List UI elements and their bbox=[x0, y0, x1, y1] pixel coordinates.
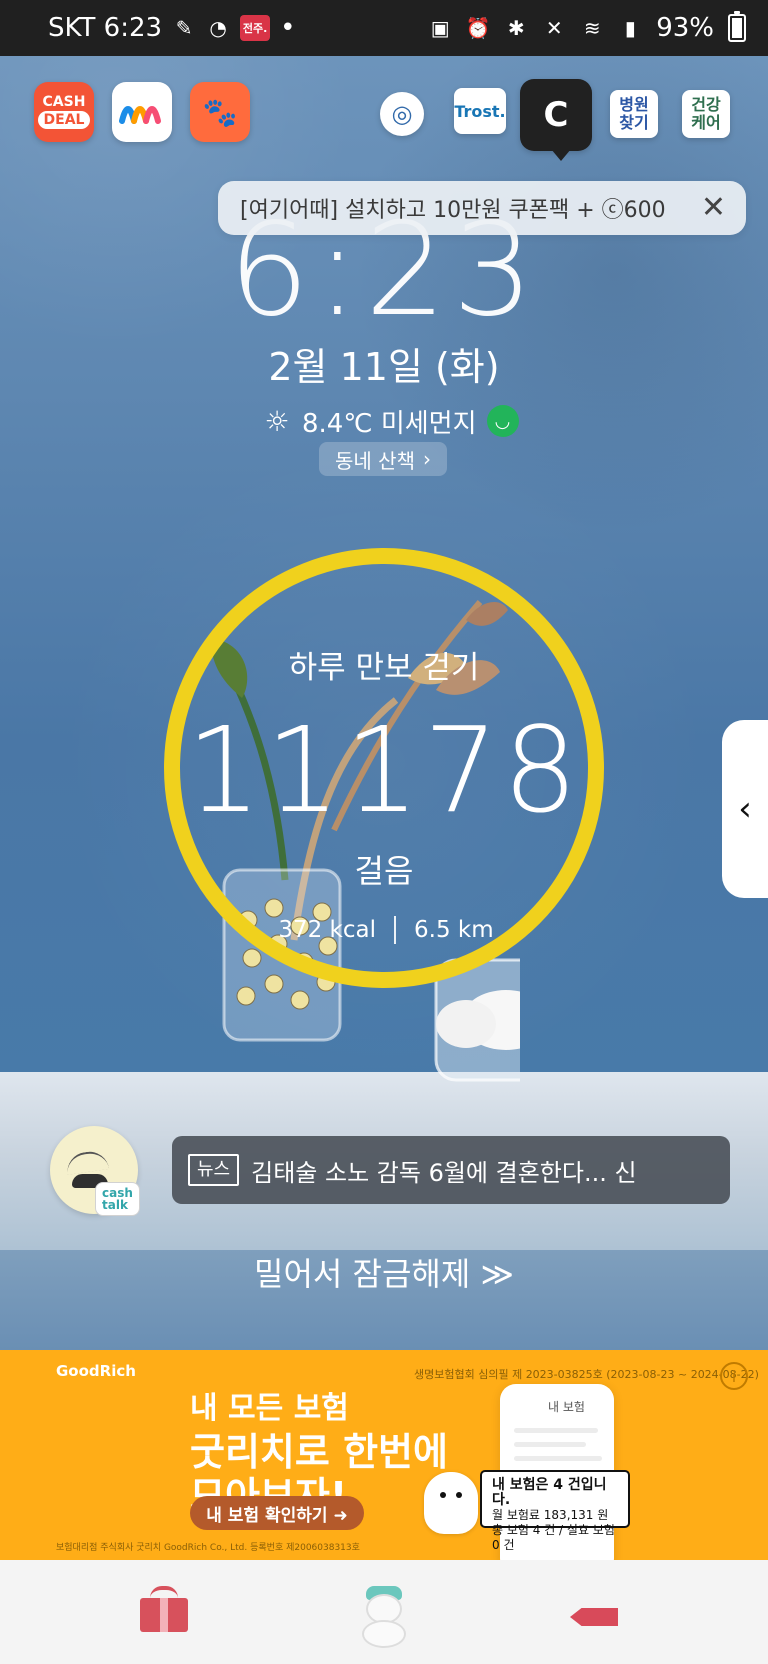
status-bar: SKT 6:23 ✎ ◔ 전주. • ▣ ⏰ ✱ ✕ ≋ ▮ 93% bbox=[0, 0, 768, 56]
chevron-left-icon: ‹ bbox=[738, 789, 752, 829]
neighborhood-walk-label: 동네 산책 bbox=[335, 448, 415, 473]
brain-icon: ◎ bbox=[391, 100, 413, 128]
metric-divider bbox=[394, 916, 397, 944]
lock-screen: SKT 6:23 ✎ ◔ 전주. • ▣ ⏰ ✱ ✕ ≋ ▮ 93% CASH … bbox=[0, 0, 768, 1664]
hospital-label: 병원 찾기 bbox=[619, 96, 648, 132]
cashwalk-c-label: C bbox=[543, 95, 569, 135]
snowman-body-icon bbox=[362, 1620, 406, 1648]
weather-text: 8.4℃ 미세먼지 bbox=[302, 408, 477, 439]
news-tag: 뉴스 bbox=[188, 1154, 240, 1186]
chevron-right-icon: › bbox=[422, 447, 431, 471]
battery-percent: 93% bbox=[656, 13, 714, 43]
ad-phone-title: 내 보험 bbox=[548, 1400, 585, 1414]
side-panel-handle[interactable]: ‹ bbox=[722, 720, 768, 898]
ad-bubble-main: 내 보험은 4 건입니다. bbox=[492, 1477, 607, 1508]
brain-app-icon[interactable]: ◎ bbox=[380, 92, 424, 136]
notification-icon: ✎ bbox=[175, 16, 193, 40]
mute-icon: ✕ bbox=[545, 16, 563, 40]
status-carrier-time: SKT 6:23 bbox=[48, 13, 163, 43]
step-count: 11178 bbox=[186, 701, 582, 839]
promo-notification-text: [여기어때] 설치하고 10만원 쿠폰팩 + ⓒ600 bbox=[240, 198, 666, 223]
promo-notification[interactable]: [여기어때] 설치하고 10만원 쿠폰팩 + ⓒ600 ✕ bbox=[218, 181, 746, 235]
calories-text: 372 kcal bbox=[278, 917, 377, 943]
news-headline: 김태술 소노 감독 6월에 결혼한다... 신 bbox=[251, 1158, 637, 1187]
news-ticker[interactable]: 뉴스 김태술 소노 감독 6월에 결혼한다... 신 bbox=[172, 1136, 730, 1204]
close-icon[interactable]: ✕ bbox=[701, 193, 726, 223]
step-metrics: 372 kcal 6.5 km bbox=[266, 914, 506, 946]
ad-phone-line bbox=[514, 1428, 598, 1433]
cashdeal-icon-text: CASH DEAL bbox=[37, 94, 91, 129]
alarm-icon: ⏰ bbox=[465, 16, 491, 40]
sun-icon: ☼ bbox=[264, 404, 290, 438]
quick-app-row: CASH DEAL 🐾 ◎ Trost. C 병원 찾기 건강 케어 bbox=[34, 79, 736, 162]
hospital-app-icon[interactable]: 병원 찾기 bbox=[610, 90, 658, 138]
info-icon[interactable]: i bbox=[720, 1362, 748, 1390]
ad-footer: 보험대리점 주식회사 굿리치 GoodRich Co., Ltd. 등록번호 제… bbox=[56, 1543, 360, 1553]
colorful-app-icon[interactable] bbox=[112, 82, 172, 142]
insurance-ad-banner[interactable]: GoodRich 생명보험협회 심의필 제 2023-03825호 (2023-… bbox=[0, 1350, 768, 1560]
ad-bubble-sub-1: 월 보험료 183,131 원 bbox=[492, 1508, 609, 1522]
trost-app-icon[interactable]: Trost. bbox=[454, 88, 506, 134]
step-title: 하루 만보 걷기 bbox=[288, 650, 480, 686]
snowman-icon[interactable] bbox=[356, 1586, 412, 1650]
health-app-icon[interactable]: 건강 케어 bbox=[682, 90, 730, 138]
notification-badge-icon: 전주. bbox=[240, 15, 271, 41]
signal-icon: ▮ bbox=[624, 16, 636, 40]
ad-headline-line-2: 굿리치로 한번에 bbox=[190, 1430, 448, 1474]
clipboard-icon: ▣ bbox=[430, 16, 450, 40]
cashwalk-app-icon[interactable]: C bbox=[520, 79, 592, 161]
hospital-label-line-2: 찾기 bbox=[619, 113, 649, 132]
ad-speech-bubble: 내 보험은 4 건입니다. 월 보험료 183,131 원 총 보험 4 건 /… bbox=[480, 1470, 630, 1552]
weather-info: ☼ 8.4℃ 미세먼지 ◡ bbox=[262, 402, 519, 440]
ad-headline-line-1: 내 모든 보험 bbox=[190, 1391, 349, 1426]
ad-check-button[interactable]: 내 보험 확인하기 ➜ bbox=[190, 1496, 364, 1530]
status-right: ▣ ⏰ ✱ ✕ ≋ ▮ 93% bbox=[428, 11, 746, 43]
cashtalk-label: cash talk bbox=[95, 1182, 140, 1216]
health-label-line-1: 건강 bbox=[691, 95, 721, 114]
health-label: 건강 케어 bbox=[691, 96, 720, 132]
smile-icon: ◡ bbox=[486, 405, 519, 437]
health-label-line-2: 케어 bbox=[691, 113, 721, 132]
cashdeal-app-icon[interactable]: CASH DEAL bbox=[34, 82, 94, 142]
status-dot: • bbox=[280, 13, 296, 43]
cashdeal-bottom-text: DEAL bbox=[37, 111, 91, 129]
ad-phone-line bbox=[514, 1456, 602, 1461]
wifi-icon: ≋ bbox=[583, 16, 601, 40]
mascot-icon bbox=[424, 1472, 478, 1534]
bluetooth-icon: ✱ bbox=[507, 16, 525, 40]
status-left: SKT 6:23 ✎ ◔ 전주. • bbox=[48, 13, 295, 43]
ad-notice: 생명보험협회 심의필 제 2023-03825호 (2023-08-23 ~ 2… bbox=[414, 1368, 759, 1381]
paw-icon: 🐾 bbox=[202, 95, 238, 129]
neighborhood-walk-button[interactable]: 동네 산책 › bbox=[319, 442, 447, 476]
distance-text: 6.5 km bbox=[414, 917, 494, 943]
slide-to-unlock[interactable]: 밀어서 잠금해제 ≫ bbox=[0, 1254, 768, 1294]
back-arrow-icon[interactable] bbox=[570, 1608, 618, 1626]
walk-icon: ◔ bbox=[209, 16, 227, 40]
ad-phone-line bbox=[514, 1442, 586, 1447]
hospital-label-line-1: 병원 bbox=[619, 95, 649, 114]
bottom-navigation bbox=[0, 1560, 768, 1664]
cashdeal-top-text: CASH bbox=[42, 94, 86, 110]
gift-icon[interactable] bbox=[140, 1586, 188, 1632]
trost-label: Trost. bbox=[454, 101, 506, 121]
cashtalk-avatar[interactable]: cash talk bbox=[50, 1126, 140, 1216]
lock-date: 2월 11일 (화) bbox=[268, 345, 500, 389]
pet-app-icon[interactable]: 🐾 bbox=[190, 82, 250, 142]
ad-brand: GoodRich bbox=[56, 1362, 136, 1380]
colorful-logo-icon bbox=[119, 106, 161, 124]
battery-icon bbox=[728, 11, 746, 42]
step-unit: 걸음 bbox=[354, 852, 414, 890]
cashtalk-doodle-icon bbox=[64, 1149, 110, 1175]
